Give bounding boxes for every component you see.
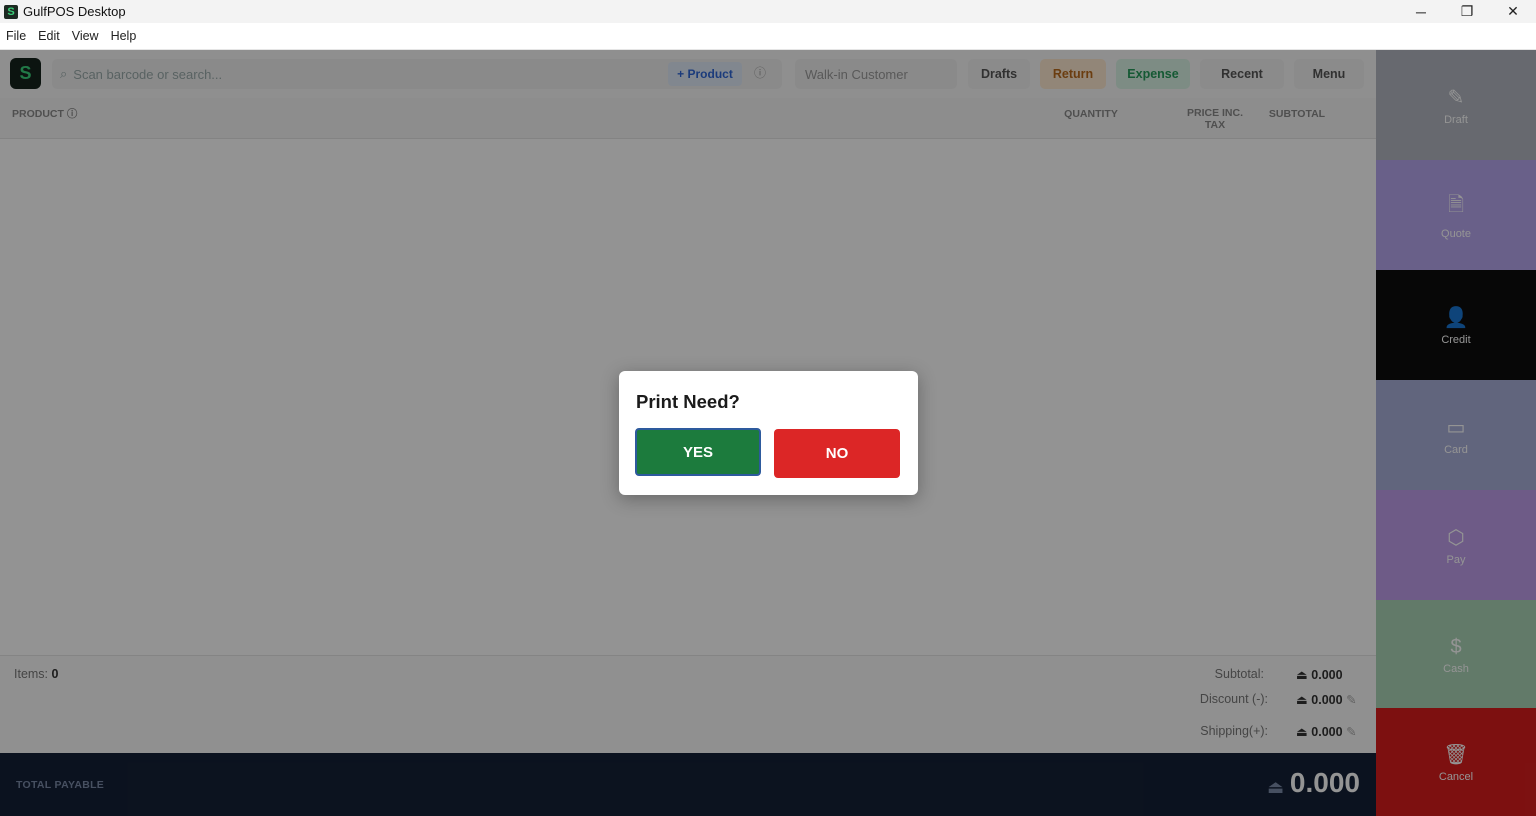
menu-view[interactable]: View xyxy=(66,29,105,43)
title-bar: S GulfPOS Desktop ─ ❐ ✕ xyxy=(0,0,1536,23)
window-title: GulfPOS Desktop xyxy=(23,4,126,19)
yes-button[interactable]: YES xyxy=(635,428,761,476)
menu-file[interactable]: File xyxy=(0,29,32,43)
close-icon[interactable]: ✕ xyxy=(1490,0,1536,23)
maximize-icon[interactable]: ❐ xyxy=(1444,0,1490,23)
dialog-title: Print Need? xyxy=(636,391,740,412)
minimize-icon[interactable]: ─ xyxy=(1398,0,1444,23)
print-dialog: Print Need? YES NO xyxy=(619,371,918,495)
app-icon: S xyxy=(4,4,18,19)
no-button[interactable]: NO xyxy=(774,429,900,478)
menu-edit[interactable]: Edit xyxy=(32,29,66,43)
window-controls: ─ ❐ ✕ xyxy=(1398,0,1536,23)
menu-bar: File Edit View Help xyxy=(0,23,1536,50)
menu-help[interactable]: Help xyxy=(105,29,143,43)
